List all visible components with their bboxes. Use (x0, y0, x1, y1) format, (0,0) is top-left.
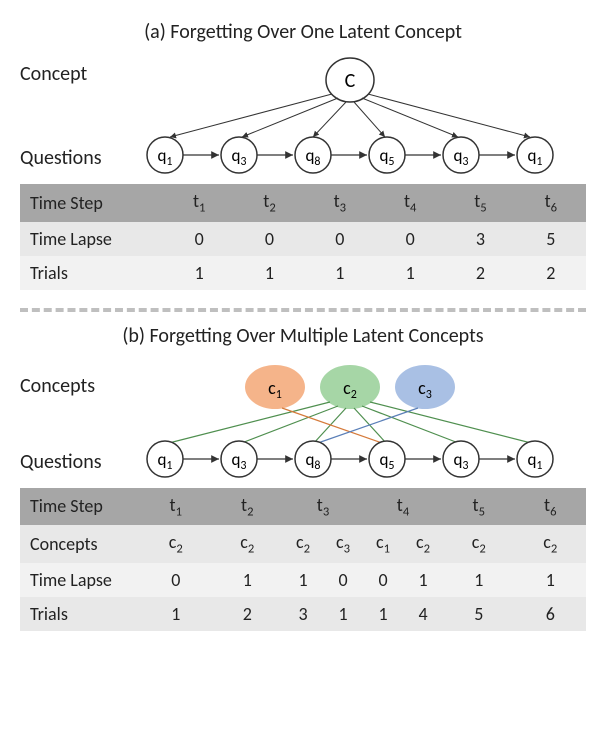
row-timelapse-b: Time Lapse (20, 563, 140, 597)
panel-a-table: Time Step t1 t2 t3 t4 t5 t6 Time Lapse 0… (20, 184, 586, 290)
panel-separator (20, 308, 586, 312)
panel-a-svg: C q1 q3 q8 q5 q3 (20, 50, 586, 180)
row-trials: Trials (20, 256, 164, 290)
th-timestep: Time Step (20, 184, 164, 222)
row-trials-b: Trials (20, 597, 140, 631)
row-timelapse: Time Lapse (20, 222, 164, 256)
panel-a-title: (a) Forgetting Over One Latent Concept (20, 20, 586, 44)
concept-node-text: C (345, 69, 356, 93)
row-concepts: Concepts (20, 525, 140, 563)
panel-a-diagram: Concept Questions C q1 q3 q8 q5 (20, 50, 586, 180)
panel-b-title: (b) Forgetting Over Multiple Latent Conc… (20, 324, 586, 348)
panel-b-svg: c1 c2 c3 q1 q3 q8 q5 q3 q1 (20, 354, 586, 484)
panel-b-diagram: Concepts Questions c1 c2 c3 q1 q3 q8 (20, 354, 586, 484)
panel-b-table: Time Step t1 t2 t3 t4 t5 t6 Concepts c2 … (20, 488, 586, 631)
th-timestep-b: Time Step (20, 488, 140, 526)
